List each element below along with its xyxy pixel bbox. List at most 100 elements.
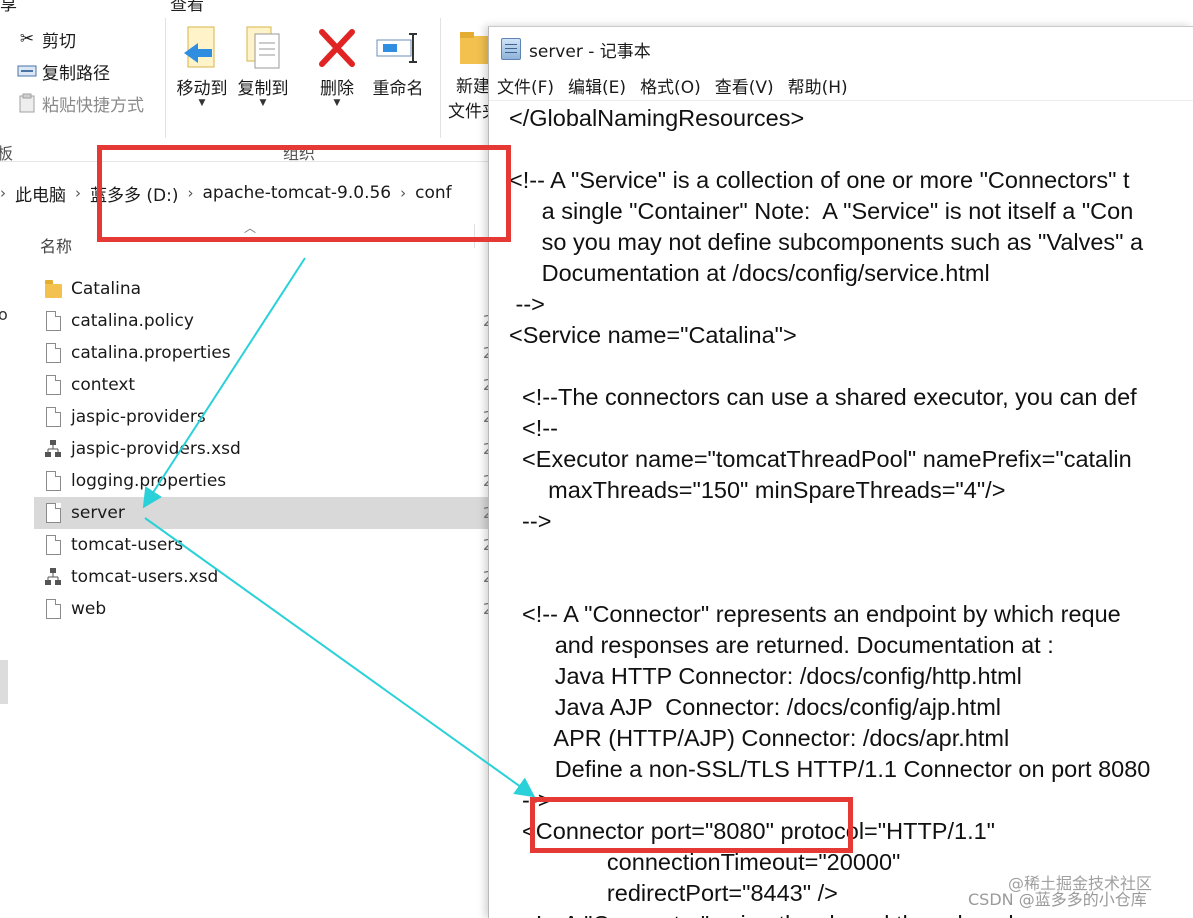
- file-name: logging.properties: [71, 471, 227, 491]
- notepad-menubar: 文件(F) 编辑(E) 格式(O) 查看(V) 帮助(H): [489, 71, 1193, 101]
- file-name: catalina.policy: [71, 311, 194, 331]
- move-to-button[interactable]: 移动到 ▼: [170, 22, 234, 108]
- text-line: maxThreads="150" minSpareThreads="4"/>: [509, 477, 1006, 503]
- folder-icon: [44, 278, 62, 300]
- highlight-box-path: [97, 145, 511, 242]
- copy-path-label: 复制路径: [42, 63, 110, 84]
- cut-label: 剪切: [42, 31, 76, 52]
- menu-help[interactable]: 帮助(H): [788, 73, 848, 98]
- text-line: so you may not define subcomponents such…: [509, 229, 1144, 255]
- notepad-window: server - 记事本 文件(F) 编辑(E) 格式(O) 查看(V) 帮助(…: [488, 26, 1193, 918]
- file-name: catalina.properties: [71, 343, 231, 363]
- file-row[interactable]: Catalina: [34, 273, 490, 305]
- scissors-icon: ✂: [19, 29, 35, 49]
- menu-file[interactable]: 文件(F): [497, 73, 554, 98]
- file-icon: [44, 406, 62, 428]
- ribbon-separator: [440, 18, 441, 138]
- text-line: and responses are returned. Documentatio…: [509, 632, 1054, 658]
- nav-pane-cut-text: o: [0, 305, 8, 324]
- notepad-title: server - 记事本: [529, 41, 651, 62]
- file-row[interactable]: jaspic-providers.xsd2: [34, 433, 493, 465]
- file-name: jaspic-providers: [71, 407, 206, 427]
- text-line: Define a non-SSL/TLS HTTP/1.1 Connector …: [509, 756, 1151, 782]
- file-name: tomcat-users: [71, 535, 184, 555]
- xml-schema-icon: [44, 438, 62, 460]
- text-line: [509, 134, 1150, 165]
- menu-view[interactable]: 查看(V): [715, 73, 774, 98]
- file-row[interactable]: jaspic-providers2: [34, 401, 493, 433]
- rename-button[interactable]: 重命名: [366, 22, 430, 99]
- text-line: <!-- A "Connector" represents an endpoin…: [509, 601, 1121, 627]
- text-line: <!--: [509, 415, 558, 441]
- move-to-label: 移动到: [176, 79, 228, 99]
- file-name: context: [71, 375, 136, 395]
- breadcrumb-this-pc[interactable]: 此电脑: [15, 181, 66, 206]
- text-line: <!-- A "Service" is a collection of one …: [509, 167, 1130, 193]
- copy-path-icon: [16, 61, 38, 81]
- file-icon: [44, 374, 62, 396]
- nav-pane-scroll-edge[interactable]: [0, 660, 8, 704]
- text-line: [509, 537, 1150, 568]
- copy-to-icon: [231, 22, 295, 74]
- file-row[interactable]: catalina.policy2: [34, 305, 493, 337]
- text-line: [509, 568, 1150, 599]
- move-to-icon: [170, 22, 234, 74]
- file-icon: [44, 534, 62, 556]
- text-line: <Executor name="tomcatThreadPool" namePr…: [509, 446, 1132, 472]
- text-line: <Service name="Catalina">: [509, 322, 797, 348]
- delete-label: 删除: [320, 79, 354, 99]
- delete-button[interactable]: 删除 ▼: [305, 22, 369, 108]
- text-line: <!-- A "Connector" using the shared thre…: [509, 909, 1150, 918]
- file-row[interactable]: tomcat-users.xsd2: [34, 561, 493, 593]
- paste-shortcut-button[interactable]: 粘贴快捷方式: [16, 90, 144, 116]
- ribbon-tab-cut[interactable]: 享: [0, 0, 17, 15]
- file-icon: [44, 598, 62, 620]
- file-name: server: [71, 503, 125, 523]
- text-line: [509, 351, 1150, 382]
- file-row[interactable]: catalina.properties2: [34, 337, 493, 369]
- column-header-name[interactable]: 名称: [40, 233, 72, 257]
- rename-label: 重命名: [372, 79, 424, 99]
- clipboard-group-label: 板: [0, 144, 14, 163]
- file-icon: [44, 342, 62, 364]
- file-row[interactable]: web2: [34, 593, 493, 625]
- highlight-box-port: [530, 797, 853, 853]
- text-line: Java AJP Connector: /docs/config/ajp.htm…: [509, 694, 1002, 720]
- text-line: </GlobalNamingResources>: [509, 105, 805, 131]
- text-line: -->: [509, 291, 545, 317]
- file-row[interactable]: server2: [34, 497, 493, 529]
- cut-button[interactable]: ✂ 剪切: [16, 26, 76, 52]
- file-name: tomcat-users.xsd: [71, 567, 219, 587]
- watermark: @稀土掘金技术社区 CSDN @蓝多多的小仓库: [968, 874, 1152, 910]
- chevron-down-icon: ▼: [259, 98, 267, 108]
- file-row[interactable]: logging.properties2: [34, 465, 493, 497]
- text-line: Java HTTP Connector: /docs/config/http.h…: [509, 663, 1022, 689]
- chevron-right-icon: ›: [75, 184, 81, 202]
- rename-icon: [366, 22, 430, 74]
- file-row[interactable]: tomcat-users2: [34, 529, 493, 561]
- ribbon-separator: [165, 18, 166, 138]
- chevron-down-icon: ▼: [333, 98, 341, 108]
- text-line: a single "Container" Note: A "Service" i…: [509, 198, 1134, 224]
- text-line: <!--The connectors can use a shared exec…: [509, 384, 1137, 410]
- paste-shortcut-icon: [16, 93, 38, 113]
- delete-x-icon: [305, 22, 369, 74]
- file-list: Catalinacatalina.policy2catalina.propert…: [34, 273, 493, 625]
- copy-to-button[interactable]: 复制到 ▼: [231, 22, 295, 108]
- copy-path-button[interactable]: 复制路径: [16, 58, 110, 84]
- chevron-down-icon: ▼: [198, 98, 206, 108]
- ribbon-tab-view-cut[interactable]: 查看: [170, 0, 204, 15]
- notepad-titlebar[interactable]: server - 记事本: [489, 27, 1193, 71]
- notepad-text-area[interactable]: </GlobalNamingResources> <!-- A "Service"…: [509, 103, 1150, 918]
- text-line: -->: [509, 508, 552, 534]
- file-name: Catalina: [71, 279, 142, 299]
- file-icon: [44, 470, 62, 492]
- file-name: web: [71, 599, 107, 619]
- watermark-line2: CSDN @蓝多多的小仓库: [968, 890, 1147, 909]
- file-icon: [44, 502, 62, 524]
- file-row[interactable]: context2: [34, 369, 493, 401]
- chevron-right-icon: ›: [0, 184, 6, 202]
- menu-edit[interactable]: 编辑(E): [568, 73, 626, 98]
- copy-to-label: 复制到: [237, 79, 289, 99]
- menu-format[interactable]: 格式(O): [640, 73, 701, 98]
